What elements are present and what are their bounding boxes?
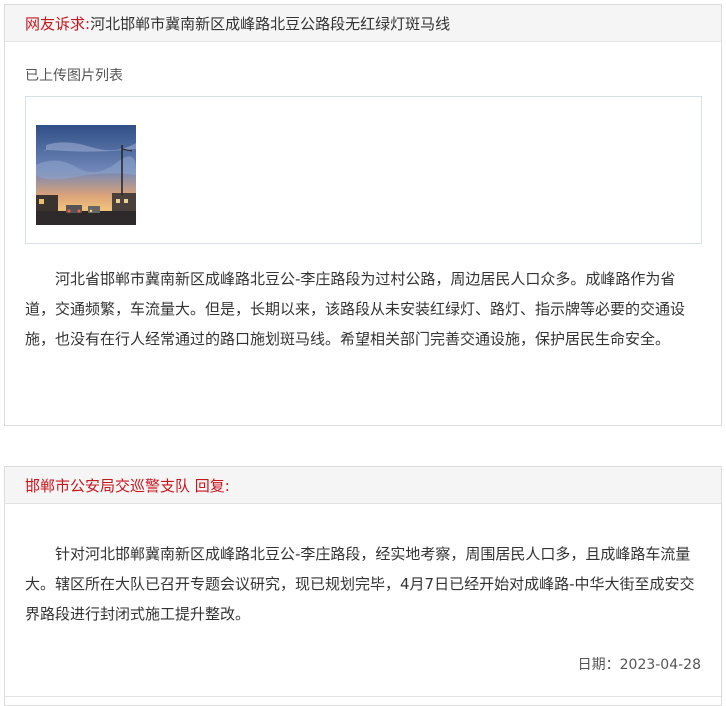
reply-label: 邯郸市公安局交巡警支队 回复: bbox=[25, 476, 230, 495]
image-list bbox=[25, 96, 702, 244]
date-label: 日期： bbox=[577, 657, 620, 673]
reply-date: 日期：2023-04-28 bbox=[578, 654, 701, 674]
reply-panel: 邯郸市公安局交巡警支队 回复: 针对河北邯郸冀南新区成峰路北豆公-李庄路段，经实… bbox=[4, 466, 722, 706]
complaint-label: 网友诉求: bbox=[25, 14, 91, 33]
uploaded-image-thumbnail[interactable] bbox=[36, 125, 136, 225]
uploaded-images-label: 已上传图片列表 bbox=[25, 68, 123, 84]
reply-content: 针对河北邯郸冀南新区成峰路北豆公-李庄路段，经实地考察，周围居民人口多，且成峰路… bbox=[25, 545, 695, 623]
divider bbox=[5, 696, 721, 697]
complaint-panel: 网友诉求: 河北邯郸市冀南新区成峰路北豆公路段无红绿灯斑马线 已上传图片列表 河… bbox=[4, 4, 722, 426]
reply-header: 邯郸市公安局交巡警支队 回复: bbox=[5, 467, 721, 504]
complaint-content: 河北省邯郸市冀南新区成峰路北豆公-李庄路段为过村公路，周边居民人口众多。成峰路作… bbox=[25, 270, 686, 348]
complaint-header: 网友诉求: 河北邯郸市冀南新区成峰路北豆公路段无红绿灯斑马线 bbox=[5, 5, 721, 42]
date-value: 2023-04-28 bbox=[619, 657, 701, 673]
street-photo-image bbox=[36, 125, 136, 225]
complaint-title: 河北邯郸市冀南新区成峰路北豆公路段无红绿灯斑马线 bbox=[90, 14, 451, 33]
